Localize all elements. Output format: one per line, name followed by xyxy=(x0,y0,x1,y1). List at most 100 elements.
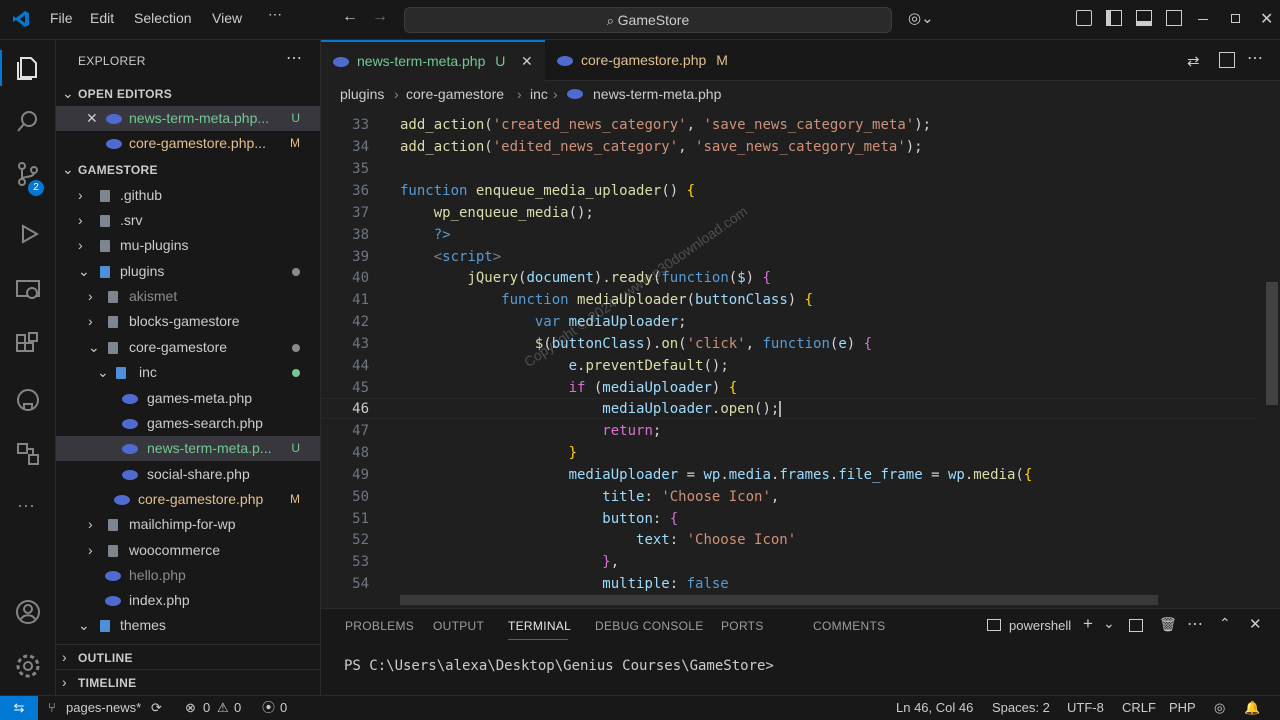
layout-customize-icon[interactable] xyxy=(1076,10,1092,26)
close-window-icon[interactable]: ✕ xyxy=(1260,9,1273,29)
account-icon[interactable] xyxy=(14,598,42,626)
tree-item-plugins[interactable]: ⌄ plugins xyxy=(56,259,320,284)
close-tab-icon[interactable]: ✕ xyxy=(521,42,533,81)
notifications-bell-icon[interactable]: 🔔 xyxy=(1244,696,1260,720)
tree-item-social-share[interactable]: social-share.php xyxy=(56,462,320,487)
testing-icon[interactable] xyxy=(14,440,42,468)
more-views-icon[interactable]: ⋯ xyxy=(17,496,35,517)
tab-debug-console[interactable]: DEBUG CONSOLE xyxy=(595,619,704,633)
tab-news-term-meta[interactable]: news-term-meta.php U ✕ xyxy=(321,40,545,81)
minimize-icon[interactable] xyxy=(1198,19,1208,20)
extensions-icon[interactable] xyxy=(14,330,42,358)
tree-item-games-search[interactable]: games-search.php xyxy=(56,411,320,436)
warning-count[interactable]: 0 xyxy=(234,696,241,720)
tree-item-inc[interactable]: ⌄ inc xyxy=(56,360,320,385)
back-arrow-icon[interactable]: ← xyxy=(342,8,358,26)
tab-ports[interactable]: PORTS xyxy=(721,619,764,633)
folder-icon xyxy=(100,208,110,233)
breadcrumb-item[interactable]: plugins xyxy=(340,81,384,107)
timeline-header[interactable]: › TIMELINE xyxy=(56,669,320,694)
open-editor-item[interactable]: core-gamestore.php... M xyxy=(56,131,320,156)
menu-view[interactable]: View xyxy=(212,10,242,26)
remote-indicator-icon[interactable]: ⇆ xyxy=(0,696,38,720)
tree-item-hello-php[interactable]: hello.php xyxy=(56,563,320,588)
tab-terminal[interactable]: TERMINAL xyxy=(508,619,571,633)
command-center[interactable]: ⌕ GameStore xyxy=(404,7,892,33)
vertical-scrollbar-thumb[interactable] xyxy=(1266,282,1278,405)
breadcrumb-item[interactable]: core-gamestore xyxy=(406,81,504,107)
panel-more-icon[interactable]: ⋯ xyxy=(1187,614,1203,634)
toggle-secondary-sidebar-icon[interactable] xyxy=(1166,10,1182,26)
chevron-down-icon[interactable]: ⌄ xyxy=(1103,615,1115,632)
tree-label: index.php xyxy=(129,592,190,608)
split-editor-icon[interactable] xyxy=(1219,52,1235,68)
close-panel-icon[interactable]: ✕ xyxy=(1249,615,1262,633)
terminal-prompt[interactable]: PS C:\Users\alexa\Desktop\Genius Courses… xyxy=(344,658,774,674)
open-editor-item[interactable]: ✕ news-term-meta.php... U xyxy=(56,106,320,131)
tree-item-news-term-meta[interactable]: news-term-meta.p... U xyxy=(56,436,320,461)
tree-item-index-php[interactable]: index.php xyxy=(56,588,320,613)
tree-item-core-gamestore-php[interactable]: core-gamestore.php M xyxy=(56,487,320,512)
explorer-more-icon[interactable]: ⋯ xyxy=(286,48,302,68)
maximize-icon[interactable] xyxy=(1231,14,1240,23)
menu-more[interactable]: ⋯ xyxy=(268,6,282,23)
tab-problems[interactable]: PROBLEMS xyxy=(345,619,414,633)
explorer-icon[interactable] xyxy=(14,54,42,82)
menu-edit[interactable]: Edit xyxy=(90,10,114,26)
breadcrumb-item[interactable]: inc xyxy=(530,81,548,107)
untracked-dot xyxy=(292,369,300,377)
tree-item-blocks-gamestore[interactable]: › blocks-gamestore xyxy=(56,309,320,334)
ports-count[interactable]: 0 xyxy=(280,696,287,720)
code-line: function enqueue_media_uploader() { xyxy=(400,183,696,199)
git-branch[interactable]: pages-news* xyxy=(66,696,141,720)
copilot-status-icon[interactable]: ◎ xyxy=(1214,696,1225,720)
open-changes-icon[interactable]: ⇄ xyxy=(1187,52,1200,70)
tree-item-core-gamestore[interactable]: ⌄ core-gamestore xyxy=(56,335,320,360)
cursor-position[interactable]: Ln 46, Col 46 xyxy=(896,696,973,720)
tab-comments[interactable]: COMMENTS xyxy=(813,619,885,633)
error-count[interactable]: 0 xyxy=(203,696,210,720)
open-editor-name: news-term-meta.php... xyxy=(129,110,270,126)
toggle-panel-icon[interactable] xyxy=(1136,10,1152,26)
line-ending[interactable]: CRLF xyxy=(1122,696,1156,720)
tab-output[interactable]: OUTPUT xyxy=(433,619,484,633)
outline-header[interactable]: › OUTLINE xyxy=(56,644,320,669)
tab-core-gamestore[interactable]: core-gamestore.php M xyxy=(545,40,745,81)
forward-arrow-icon[interactable]: → xyxy=(372,8,388,26)
explorer-sidebar: EXPLORER ⋯ ⌄ OPEN EDITORS ✕ news-term-me… xyxy=(56,40,321,695)
github-icon[interactable] xyxy=(14,386,42,414)
horizontal-scrollbar[interactable] xyxy=(400,595,1158,605)
code-editor[interactable]: 33 34 35 36 37 38 39 40 41 42 43 44 45 4… xyxy=(321,107,1280,605)
editor-more-icon[interactable]: ⋯ xyxy=(1247,48,1263,68)
line-number: 36 xyxy=(352,183,369,199)
tree-item-mailchimp[interactable]: › mailchimp-for-wp xyxy=(56,512,320,537)
tree-item-srv[interactable]: › .srv xyxy=(56,208,320,233)
search-icon[interactable] xyxy=(14,108,42,136)
indentation[interactable]: Spaces: 2 xyxy=(992,696,1050,720)
breadcrumb-item[interactable]: news-term-meta.php xyxy=(593,81,721,107)
trash-icon[interactable]: 🗑 xyxy=(1159,616,1177,633)
sync-icon[interactable]: ⟳ xyxy=(151,696,162,720)
menu-selection[interactable]: Selection xyxy=(134,10,192,26)
maximize-panel-icon[interactable]: ⌃ xyxy=(1219,615,1231,632)
copilot-icon[interactable]: ◎⌄ xyxy=(908,9,934,27)
manage-gear-icon[interactable] xyxy=(14,652,42,680)
tree-item-themes[interactable]: ⌄ themes xyxy=(56,613,320,638)
project-header[interactable]: ⌄ GAMESTORE xyxy=(56,157,320,182)
toggle-sidebar-icon[interactable] xyxy=(1106,10,1122,26)
menu-file[interactable]: File xyxy=(50,10,73,26)
close-icon[interactable]: ✕ xyxy=(86,106,98,131)
remote-explorer-icon[interactable] xyxy=(14,276,42,304)
split-terminal-icon[interactable] xyxy=(1129,619,1143,632)
run-debug-icon[interactable] xyxy=(14,220,42,248)
new-terminal-plus-icon[interactable]: + xyxy=(1083,614,1093,634)
tree-item-games-meta[interactable]: games-meta.php xyxy=(56,386,320,411)
tree-item-github[interactable]: › .github xyxy=(56,183,320,208)
open-editors-header[interactable]: ⌄ OPEN EDITORS xyxy=(56,81,320,106)
tree-item-akismet[interactable]: › akismet xyxy=(56,284,320,309)
tree-item-woocommerce[interactable]: › woocommerce xyxy=(56,538,320,563)
terminal-shell-name[interactable]: powershell xyxy=(1009,618,1071,633)
encoding[interactable]: UTF-8 xyxy=(1067,696,1104,720)
tree-item-mu-plugins[interactable]: › mu-plugins xyxy=(56,233,320,258)
language-mode[interactable]: PHP xyxy=(1169,696,1196,720)
